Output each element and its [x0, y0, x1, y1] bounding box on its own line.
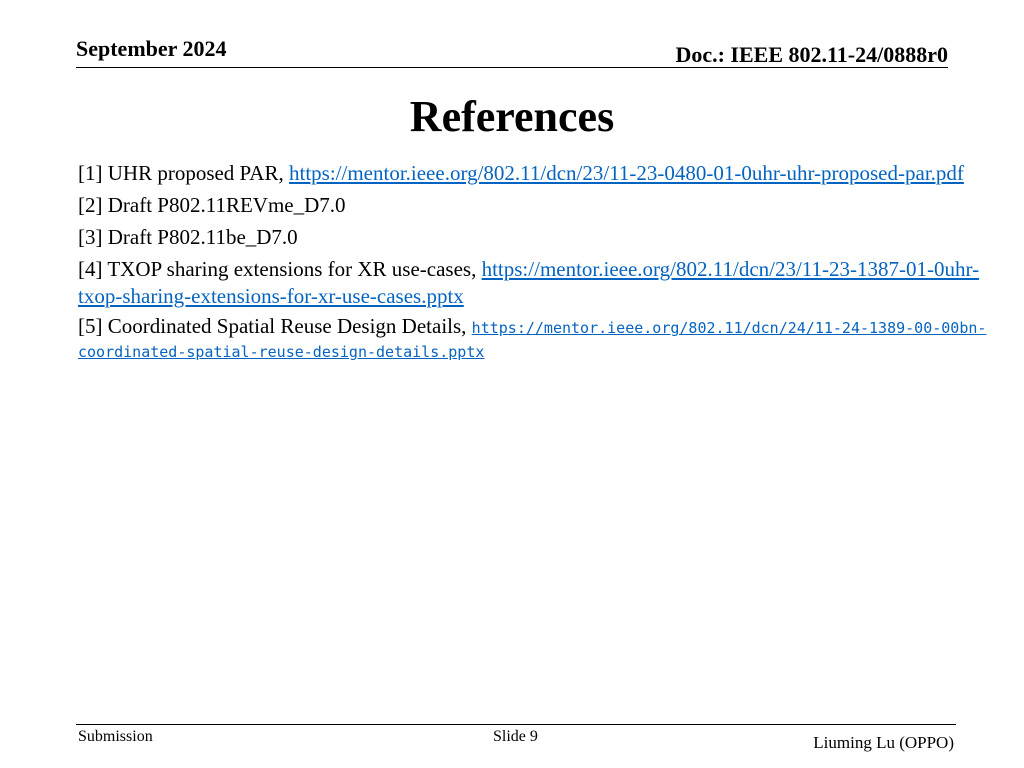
- footer-submission: Submission: [78, 728, 153, 745]
- reference-3-text: [3] Draft P802.11be_D7.0: [78, 225, 298, 249]
- footer-slide-number: Slide 9: [493, 728, 538, 745]
- reference-1-link[interactable]: https://mentor.ieee.org/802.11/dcn/23/11…: [289, 161, 964, 185]
- reference-item-4: [4] TXOP sharing extensions for XR use-c…: [78, 256, 988, 310]
- reference-5-text: [5] Coordinated Spatial Reuse Design Det…: [78, 314, 472, 338]
- reference-item-1: [1] UHR proposed PAR, https://mentor.iee…: [78, 160, 988, 187]
- footer-author: Liuming Lu (OPPO): [813, 733, 954, 752]
- header-date: September 2024: [76, 36, 227, 61]
- reference-1-text: [1] UHR proposed PAR,: [78, 161, 289, 185]
- footer-divider: [76, 724, 956, 725]
- reference-item-3: [3] Draft P802.11be_D7.0: [78, 224, 988, 251]
- reference-item-5: [5] Coordinated Spatial Reuse Design Det…: [78, 315, 988, 363]
- reference-item-2: [2] Draft P802.11REVme_D7.0: [78, 192, 988, 219]
- header-divider: [76, 67, 948, 68]
- reference-2-text: [2] Draft P802.11REVme_D7.0: [78, 193, 346, 217]
- references-list: [1] UHR proposed PAR, https://mentor.iee…: [78, 160, 988, 368]
- slide-title: References: [409, 92, 615, 141]
- header-document-id: Doc.: IEEE 802.11-24/0888r0: [675, 42, 948, 67]
- reference-4-text: [4] TXOP sharing extensions for XR use-c…: [78, 257, 482, 281]
